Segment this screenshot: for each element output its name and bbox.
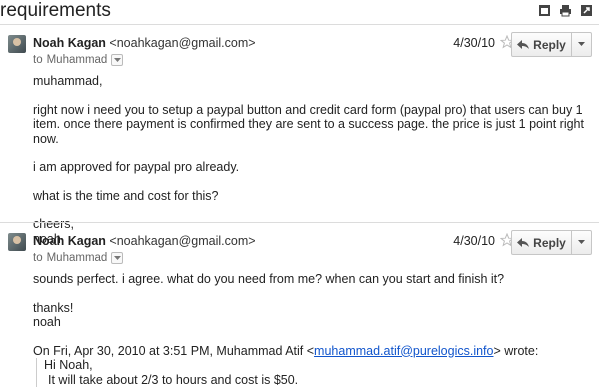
quote-header: On Fri, Apr 30, 2010 at 3:51 PM, Muhamma… [33,344,589,359]
chevron-down-icon [578,240,585,245]
more-actions-button[interactable] [572,231,591,254]
print-icon[interactable] [559,4,572,17]
reply-arrow-icon [517,40,529,49]
to-prefix: to [33,53,43,67]
chevron-down-icon [114,256,121,261]
avatar [8,35,26,53]
message-date: 4/30/10 [453,35,495,51]
subject-title: requirements [0,0,111,22]
message-body: muhammad, right now i need you to setup … [33,74,589,246]
sender-name[interactable]: Noah Kagan [33,234,106,248]
message-date: 4/30/10 [453,233,495,249]
recipients: to Muhammad [33,53,123,67]
body-line: muhammad, [33,74,589,89]
message-from: Noah Kagan <noahkagan@gmail.com> [33,233,256,249]
body-line: i am approved for paypal pro already. [33,160,589,175]
to-prefix: to [33,251,43,265]
quote-line: It will take about 2/3 to hours and cost… [44,373,589,387]
body-line: thanks! [33,301,589,316]
reply-label: Reply [533,236,566,250]
reply-button-group: Reply [511,32,592,57]
reply-button[interactable]: Reply [512,231,572,254]
message-2: Noah Kagan <noahkagan@gmail.com> to Muha… [0,222,599,374]
reply-arrow-icon [517,238,529,247]
popout-icon[interactable] [580,4,593,17]
quote-header-suffix: > wrote: [493,344,538,358]
chevron-down-icon [578,42,585,47]
body-line: right now i need you to setup a paypal b… [33,103,589,147]
quote-email-link[interactable]: muhammad.atif@purelogics.info [314,344,493,358]
avatar [8,233,26,251]
sender-name[interactable]: Noah Kagan [33,36,106,50]
recipients: to Muhammad [33,251,123,265]
message-1: Noah Kagan <noahkagan@gmail.com> to Muha… [0,25,599,221]
new-window-icon[interactable] [538,4,551,17]
reply-button-group: Reply [511,230,592,255]
sender-email: <noahkagan@gmail.com> [109,234,255,248]
quote-header-prefix: On Fri, Apr 30, 2010 at 3:51 PM, Muhamma… [33,344,314,358]
recipient-name: Muhammad [47,53,108,67]
show-details-button[interactable] [111,252,123,264]
sender-email: <noahkagan@gmail.com> [109,36,255,50]
body-line: noah [33,315,589,330]
show-details-button[interactable] [111,54,123,66]
reply-label: Reply [533,38,566,52]
more-actions-button[interactable] [572,33,591,56]
body-line: sounds perfect. i agree. what do you nee… [33,272,589,287]
recipient-name: Muhammad [47,251,108,265]
message-from: Noah Kagan <noahkagan@gmail.com> [33,35,256,51]
thread-actions [538,4,593,17]
body-line: what is the time and cost for this? [33,189,589,204]
quote-line: Hi Noah, [44,358,589,373]
chevron-down-icon [114,58,121,63]
message-body: sounds perfect. i agree. what do you nee… [33,272,589,387]
reply-button[interactable]: Reply [512,33,572,56]
